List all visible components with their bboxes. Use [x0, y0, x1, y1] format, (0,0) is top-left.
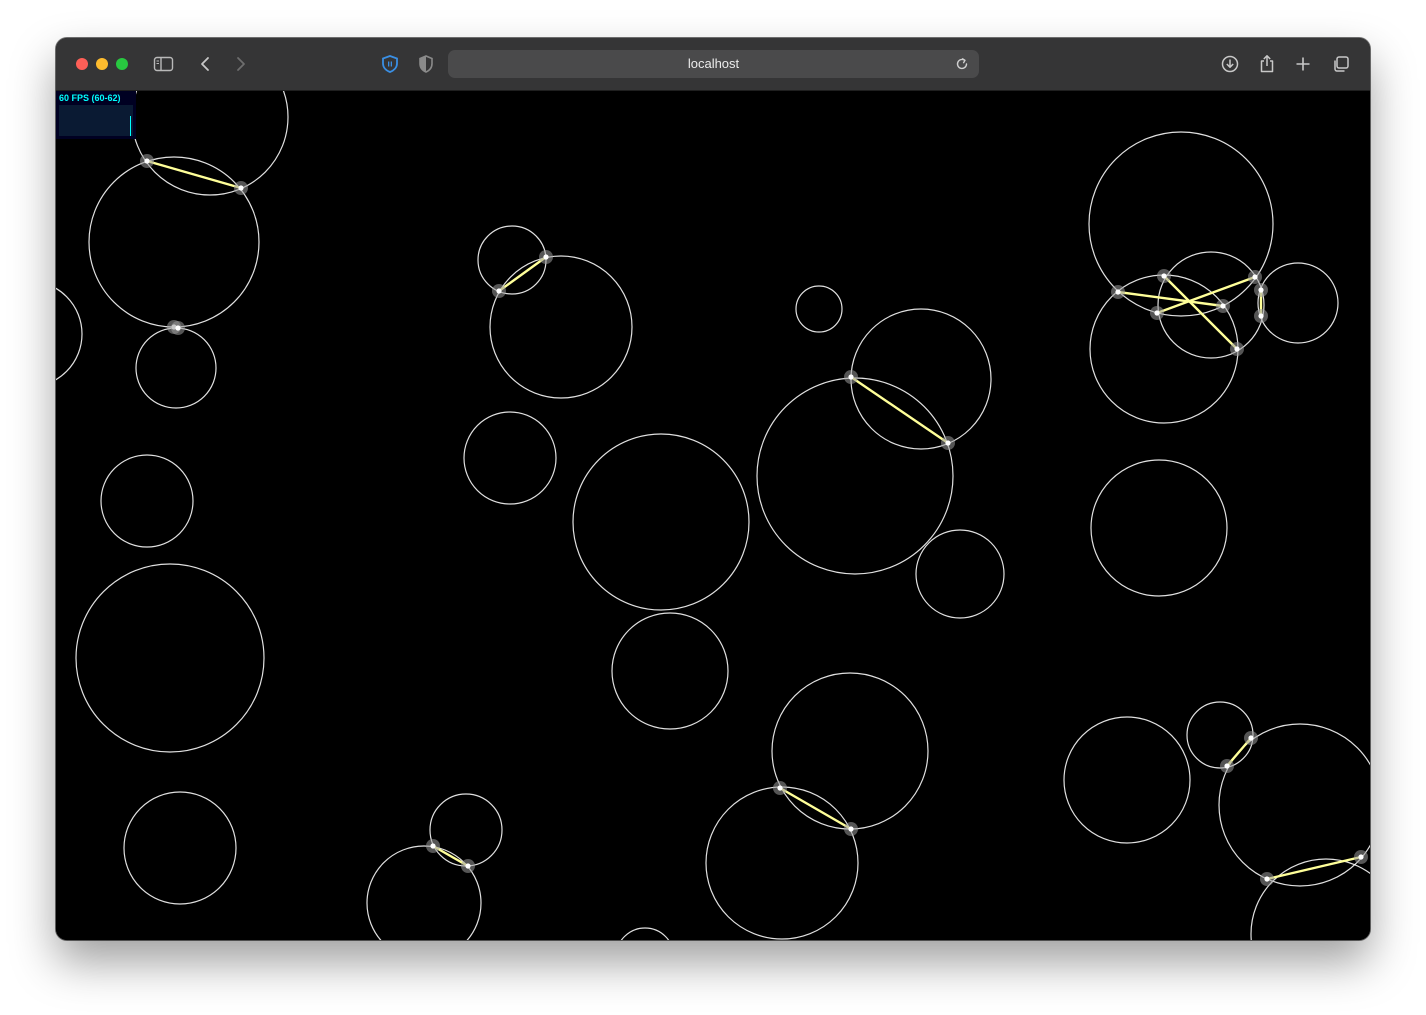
intersection-point-6-2 [1234, 346, 1240, 352]
maximize-window-button[interactable] [116, 58, 128, 70]
browser-window: localhost 60 FPS (60-62) [56, 38, 1370, 940]
intersection-point-11-2 [1248, 735, 1254, 741]
intersection-point-6-1 [1161, 273, 1167, 279]
chevron-left-icon[interactable] [193, 51, 219, 77]
intersection-point-9-1 [430, 843, 436, 849]
intersection-point-4-2 [945, 440, 951, 446]
intersection-point-7-2 [1252, 274, 1258, 280]
close-window-button[interactable] [76, 58, 88, 70]
intersection-point-1-2 [238, 185, 244, 191]
shield-icon[interactable] [377, 51, 403, 77]
intersection-point-7-1 [1154, 310, 1160, 316]
reload-icon[interactable] [949, 51, 975, 77]
chevron-right-icon[interactable] [227, 51, 253, 77]
fps-text: 60 FPS (60-62) [59, 93, 121, 103]
intersection-point-4-1 [848, 374, 854, 380]
intersection-point-3-2 [543, 254, 549, 260]
fps-graph [59, 105, 133, 136]
tab-overview-icon[interactable] [1328, 51, 1354, 77]
fps-stats-panel[interactable]: 60 FPS (60-62) [56, 91, 136, 139]
intersection-point-11-1 [1224, 763, 1230, 769]
fps-graph-bar [130, 116, 131, 136]
intersection-point-5-2 [1220, 303, 1226, 309]
browser-toolbar: localhost [56, 38, 1370, 91]
intersection-point-2-2 [175, 325, 181, 331]
plus-icon[interactable] [1290, 51, 1316, 77]
page-viewport: 60 FPS (60-62) [56, 91, 1370, 940]
intersection-point-10-1 [777, 785, 783, 791]
intersection-point-3-1 [496, 288, 502, 294]
intersection-point-5-1 [1115, 289, 1121, 295]
intersection-point-10-2 [848, 826, 854, 832]
minimize-window-button[interactable] [96, 58, 108, 70]
sidebar-icon[interactable] [151, 51, 177, 77]
address-bar[interactable]: localhost [448, 50, 979, 78]
intersection-point-1-1 [144, 158, 150, 164]
intersection-point-8-2 [1258, 313, 1264, 319]
download-icon[interactable] [1217, 51, 1243, 77]
intersection-point-8-1 [1258, 287, 1264, 293]
intersection-point-12-2 [1358, 854, 1364, 860]
intersection-point-12-1 [1264, 876, 1270, 882]
url-text: localhost [687, 56, 740, 71]
intersection-point-9-2 [465, 863, 471, 869]
circles-canvas[interactable] [56, 91, 1370, 940]
half-shield-icon[interactable] [413, 51, 439, 77]
share-icon[interactable] [1254, 51, 1280, 77]
canvas-background [56, 91, 1370, 940]
